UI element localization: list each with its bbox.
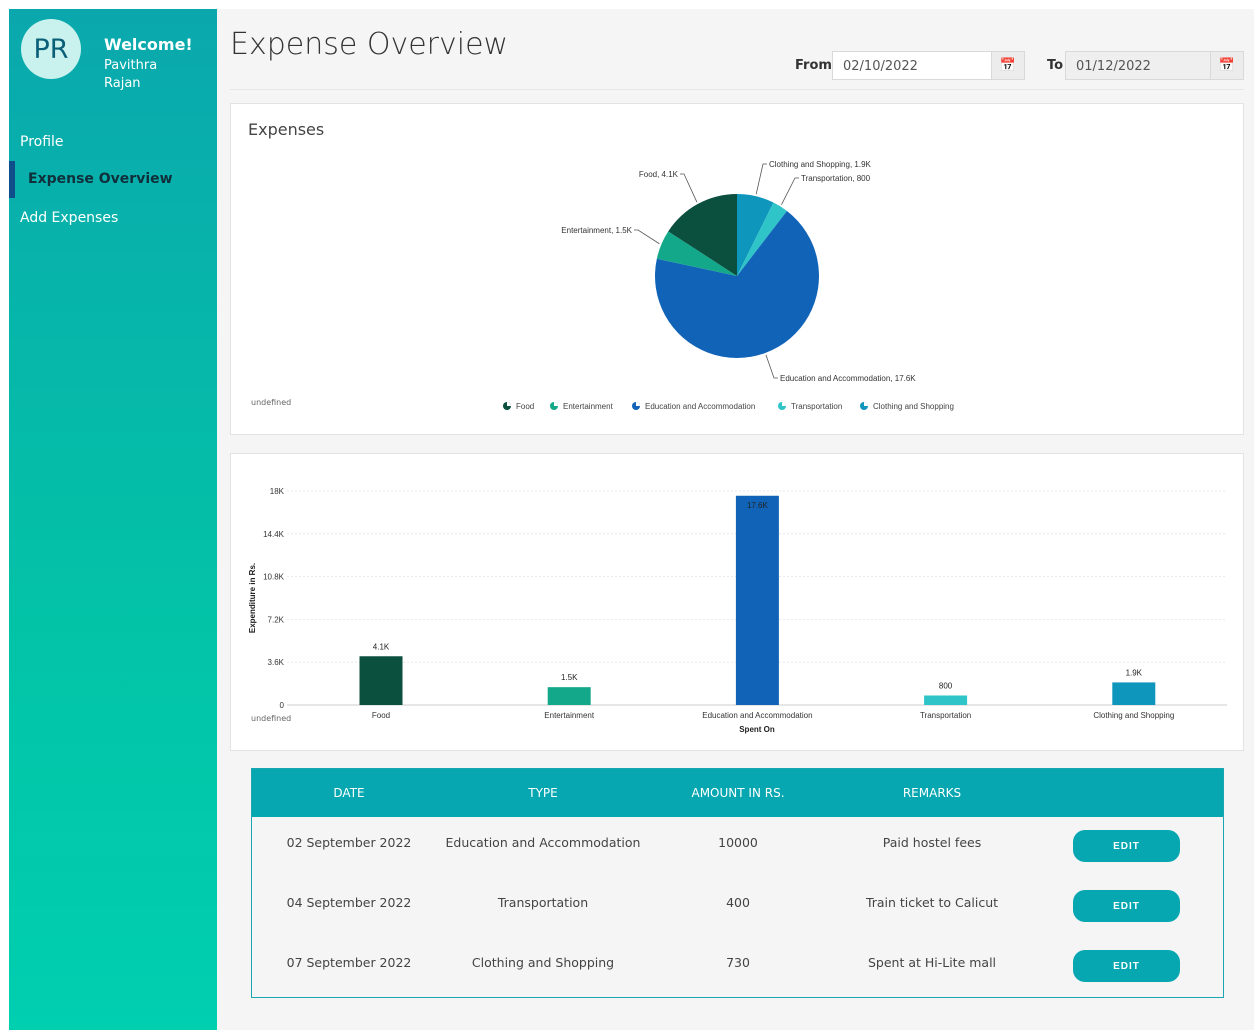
cell-remarks: Spent at Hi-Lite mall (867, 955, 997, 970)
bar-chart: 0 3.6K 7.2K 10.8K 14.4K 18K 4.1K Food 1.5K Entert… (248, 487, 1227, 734)
page-title: Expense Overview (230, 27, 509, 62)
bar-data-label: 1.5K (561, 673, 578, 682)
cell-amount: 10000 (718, 835, 758, 850)
legend-label: Clothing and Shopping (873, 402, 954, 411)
bar-data-label: 800 (939, 681, 953, 690)
bar-data-label: 1.9K (1126, 668, 1143, 677)
header-divider (230, 89, 1244, 90)
to-label: To (1047, 58, 1064, 73)
y-tick-label: 0 (280, 701, 285, 710)
cell-amount: 400 (726, 895, 750, 910)
pie-legend-icon-cut (636, 402, 640, 406)
sidebar-item-label: Expense Overview (28, 171, 173, 187)
bar-data-label: 4.1K (373, 642, 390, 651)
avatar[interactable]: PR (21, 19, 81, 79)
x-tick-label: Education and Accommodation (702, 711, 812, 720)
pie-chart: Clothing and Shopping, 1.9K Transportatio… (503, 160, 954, 411)
user-name: Pavithra Rajan (104, 58, 158, 91)
sidebar-item-add-expenses[interactable]: Add Expenses (20, 210, 118, 226)
welcome-text: Welcome! (104, 35, 193, 54)
pie-label-line (634, 229, 660, 245)
legend-label: Transportation (791, 402, 842, 411)
y-tick-label: 14.4K (263, 530, 285, 539)
cell-date: 04 September 2022 (286, 895, 412, 910)
from-label: From (795, 58, 832, 73)
legend-item[interactable]: Entertainment (550, 402, 614, 411)
pie-label-line (765, 354, 778, 379)
calendar-icon: 📅 (999, 58, 1017, 73)
cell-type: Clothing and Shopping (471, 955, 615, 970)
pie-label-line (755, 163, 767, 195)
cell-date: 07 September 2022 (286, 955, 412, 970)
x-tick-label: Transportation (920, 711, 971, 720)
y-tick-label: 7.2K (268, 615, 285, 624)
column-header-type: TYPE (528, 786, 558, 800)
y-tick-label: 18K (270, 487, 285, 496)
pie-chart-card: Expenses undefined Clothing and Shopping… (230, 103, 1244, 435)
y-axis-label: Expenditure in Rs. (248, 563, 257, 633)
pie-slice-label: Clothing and Shopping, 1.9K (769, 160, 872, 169)
legend-label: Education and Accommodation (645, 402, 755, 411)
sidebar-item-profile[interactable]: Profile (20, 134, 64, 150)
app-page: PR Welcome! Pavithra Rajan Profile Expen… (9, 9, 1254, 1030)
bar[interactable] (1112, 682, 1156, 705)
column-header-date: DATE (333, 786, 365, 800)
sidebar: PR Welcome! Pavithra Rajan Profile Expen… (9, 9, 217, 1030)
to-calendar-button[interactable]: 📅 (1210, 51, 1244, 80)
legend-item[interactable]: Transportation (778, 402, 842, 411)
calendar-icon: 📅 (1218, 58, 1236, 73)
bar-data-label: 17.6K (747, 501, 769, 510)
pie-legend-icon-cut (507, 402, 511, 406)
pie-slice-label: Education and Accommodation, 17.6K (780, 374, 916, 383)
pie-legend-icon-cut (782, 402, 786, 406)
pie-label-line (680, 173, 698, 203)
pie-slice-label: Food, 4.1K (639, 170, 679, 179)
cell-date: 02 September 2022 (286, 835, 412, 850)
column-header-remarks: REMARKS (902, 786, 962, 800)
pie-label-line (781, 177, 799, 205)
bar[interactable] (735, 495, 779, 705)
bar[interactable] (359, 656, 403, 705)
cell-remarks: Train ticket to Calicut (865, 895, 999, 910)
edit-button[interactable]: EDIT (1073, 830, 1180, 862)
edit-button[interactable]: EDIT (1073, 950, 1180, 982)
cell-type: Education and Accommodation (445, 835, 641, 850)
x-axis-label: Spent On (739, 725, 775, 734)
pie-legend-icon-cut (864, 402, 868, 406)
bar[interactable] (547, 687, 591, 705)
cell-type: Transportation (497, 895, 589, 910)
y-tick-label: 3.6K (268, 658, 285, 667)
active-indicator (9, 161, 15, 198)
pie-legend-icon-cut (554, 402, 558, 406)
table-header: DATE TYPE AMOUNT IN RS. REMARKS (252, 769, 1223, 817)
x-tick-label: Food (372, 711, 390, 720)
legend-label: Entertainment (563, 402, 614, 411)
x-tick-label: Entertainment (544, 711, 595, 720)
cell-amount: 730 (726, 955, 750, 970)
legend-item[interactable]: Food (503, 402, 534, 411)
y-tick-label: 10.8K (263, 573, 285, 582)
legend-label: Food (516, 402, 534, 411)
expense-table: DATE TYPE AMOUNT IN RS. REMARKS 02 Septe… (251, 768, 1224, 998)
x-tick-label: Clothing and Shopping (1093, 711, 1174, 720)
from-calendar-button[interactable]: 📅 (991, 51, 1025, 80)
legend-item[interactable]: Education and Accommodation (632, 402, 755, 411)
cell-remarks: Paid hostel fees (882, 835, 982, 850)
pie-slice-label: Entertainment, 1.5K (561, 226, 632, 235)
edit-button[interactable]: EDIT (1073, 890, 1180, 922)
to-date-input[interactable]: 01/12/2022 (1065, 51, 1211, 80)
pie-slice-label: Transportation, 800 (801, 174, 871, 183)
bar-chart-card: undefined 0 3.6K 7.2K 10.8K 14.4K 18K 4.1K Food… (230, 453, 1244, 751)
sidebar-item-expense-overview[interactable]: Expense Overview (9, 161, 217, 198)
column-header-amount: AMOUNT IN RS. (691, 786, 785, 800)
bar[interactable] (924, 695, 968, 705)
legend-item[interactable]: Clothing and Shopping (860, 402, 954, 411)
from-date-input[interactable]: 02/10/2022 (832, 51, 992, 80)
